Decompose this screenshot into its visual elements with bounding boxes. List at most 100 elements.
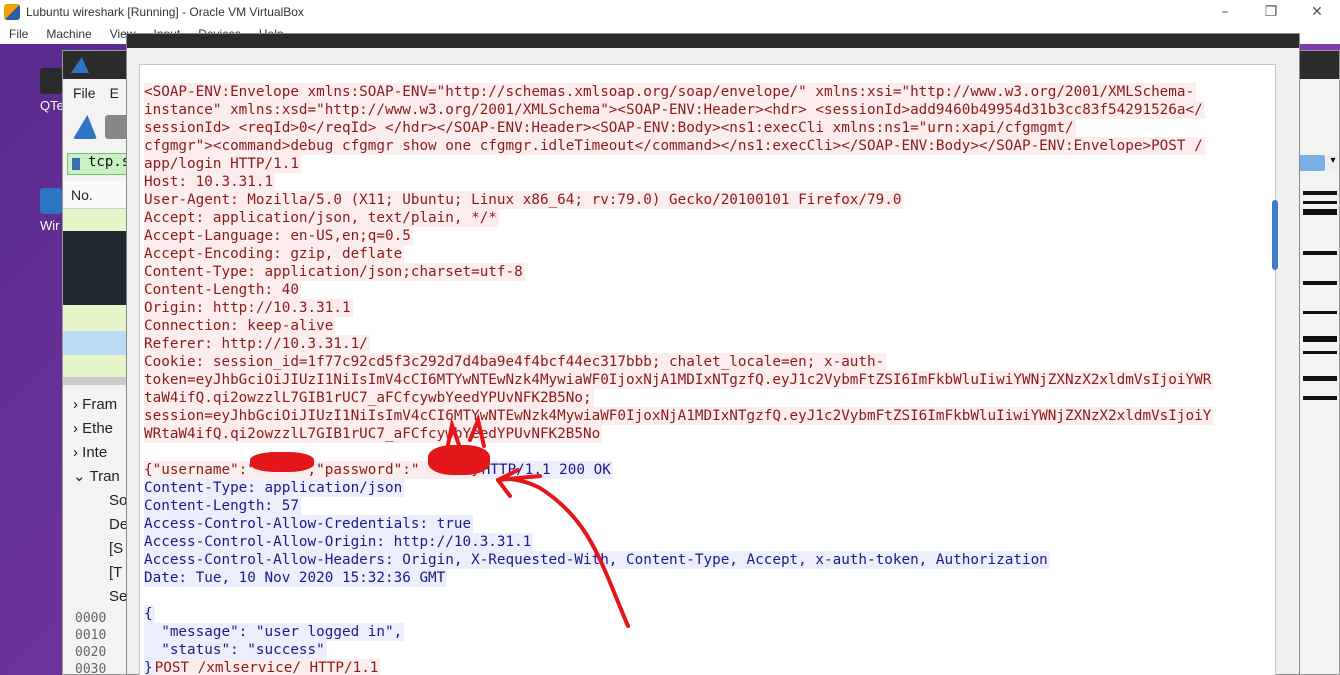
tree-item-tcp-segment-len[interactable]: [T [63, 561, 133, 585]
dialog-titlebar [127, 34, 1299, 48]
client-text: Referer: http://10.3.31.1/ [144, 335, 370, 353]
client-text: app/login HTTP/1.1 [144, 155, 301, 173]
tree-item-frame[interactable]: › Fram [63, 393, 133, 417]
client-text: Accept-Language: en-US,en;q=0.5 [144, 227, 413, 245]
client-text: POST /xmlservice/ HTTP/1.1 [154, 659, 381, 675]
stream-line: Access-Control-Allow-Credentials: true [144, 515, 1275, 533]
tree-item-stream-index[interactable]: [S [63, 537, 133, 561]
expand-chevron-icon: › [73, 396, 78, 413]
stream-line: Accept: application/json, text/plain, */… [144, 209, 1275, 227]
server-text: Content-Type: application/json [144, 479, 405, 497]
tree-item-ethernet[interactable]: › Ethe [63, 417, 133, 441]
terminal-icon [40, 68, 62, 94]
minimize-icon[interactable]: – [1202, 4, 1248, 20]
stream-line: { [144, 605, 1275, 623]
stream-line: Content-Length: 57 [144, 497, 1275, 515]
restore-icon[interactable]: ❐ [1248, 4, 1294, 20]
host-window-title: Lubuntu wireshark [Running] - Oracle VM … [26, 5, 304, 19]
stream-line: instance" xmlns:xsd="http://www.w3.org/2… [144, 101, 1275, 119]
tree-item-internet[interactable]: › Inte [63, 441, 133, 465]
client-text: Host: 10.3.31.1 [144, 173, 276, 191]
tree-item-sequence[interactable]: Se [63, 585, 133, 609]
virtualbox-logo-icon [4, 4, 20, 20]
stream-line: WRtaW4ifQ.qi2owzzlL7GIB1rUC7_aFCfcywbYee… [144, 425, 1275, 443]
stream-line: token=eyJhbGciOiJIUzI1NiIsImV4cCI6MTYwNT… [144, 371, 1275, 389]
client-text: session=eyJhbGciOiJIUzI1NiIsImV4cCI6MTYw… [144, 407, 1214, 425]
stream-line [144, 587, 1275, 605]
client-text: sessionId> <reqId>0</reqId> </hdr></SOAP… [144, 119, 1076, 137]
client-text: <SOAP-ENV:Envelope xmlns:SOAP-ENV="http:… [144, 83, 1197, 101]
password-redaction-scribble [428, 445, 490, 475]
packet-row[interactable] [63, 355, 133, 377]
server-text: Access-Control-Allow-Headers: Origin, X-… [144, 551, 1050, 569]
client-text: User-Agent: Mozilla/5.0 (X11; Ubuntu; Li… [144, 191, 904, 209]
ws-menu-file[interactable]: File [73, 85, 96, 101]
stream-text: <SOAP-ENV:Envelope xmlns:SOAP-ENV="http:… [144, 83, 1275, 675]
stream-line: Content-Type: application/json;charset=u… [144, 263, 1275, 281]
server-text: { [144, 605, 155, 623]
hex-dump-pane: 0000 0010 0020 0030 [63, 611, 133, 675]
filter-expression-button[interactable] [1299, 155, 1325, 171]
close-icon[interactable]: ✕ [1294, 4, 1340, 20]
client-text: Cookie: session_id=1f77c92cd5f3c292d7d4b… [144, 353, 887, 371]
client-text: Content-Type: application/json;charset=u… [144, 263, 525, 281]
expand-chevron-icon: › [73, 444, 78, 461]
stream-line: Accept-Language: en-US,en;q=0.5 [144, 227, 1275, 245]
server-text: Access-Control-Allow-Credentials: true [144, 515, 474, 533]
stream-line: "status": "success" [144, 641, 1275, 659]
packet-row[interactable] [63, 231, 133, 305]
server-text: HTTP/1.1 200 OK [481, 461, 613, 479]
client-text: Accept-Encoding: gzip, deflate [144, 245, 405, 263]
packet-row-selected[interactable] [63, 331, 133, 355]
stream-line: cfgmgr"><command>debug cfgmgr show one c… [144, 137, 1275, 155]
stream-line: Connection: keep-alive [144, 317, 1275, 335]
server-text: Date: Tue, 10 Nov 2020 15:32:36 GMT [144, 569, 448, 587]
dropdown-arrow-icon[interactable]: ▾ [1327, 155, 1339, 171]
packet-list-scrollbar[interactable] [63, 377, 133, 385]
stream-line: Accept-Encoding: gzip, deflate [144, 245, 1275, 263]
client-text: token=eyJhbGciOiJIUzI1NiIsImV4cCI6MTYwNT… [144, 371, 1214, 389]
stream-line: "message": "user logged in", [144, 623, 1275, 641]
stream-line: Host: 10.3.31.1 [144, 173, 1275, 191]
packet-details-tree: › Fram › Ethe › Inte ⌄ Tran So De [S [T … [63, 393, 133, 609]
tree-item-transmission[interactable]: ⌄ Tran [63, 465, 133, 489]
hex-offset: 0020 [75, 645, 107, 660]
bookmark-icon[interactable] [72, 158, 80, 170]
start-capture-icon[interactable] [73, 115, 97, 139]
client-text: Origin: http://10.3.31.1 [144, 299, 353, 317]
server-text: Access-Control-Allow-Origin: http://10.3… [144, 533, 534, 551]
client-text: instance" xmlns:xsd="http://www.w3.org/2… [144, 101, 1205, 119]
stream-line: Cookie: session_id=1f77c92cd5f3c292d7d4b… [144, 353, 1275, 371]
stream-line: Date: Tue, 10 Nov 2020 15:32:36 GMT [144, 569, 1275, 587]
expand-chevron-icon: › [73, 420, 78, 437]
tree-item-source-port[interactable]: So [63, 489, 133, 513]
stream-line: <SOAP-ENV:Envelope xmlns:SOAP-ENV="http:… [144, 83, 1275, 101]
collapse-chevron-icon: ⌄ [73, 468, 86, 485]
packet-row[interactable] [63, 209, 133, 231]
menu-file[interactable]: File [0, 24, 37, 44]
column-header-no[interactable]: No. [63, 181, 133, 209]
client-text: cfgmgr"><command>debug cfgmgr show one c… [144, 137, 1205, 155]
wireshark-menubar: File E [73, 85, 119, 101]
stream-line: session=eyJhbGciOiJIUzI1NiIsImV4cCI6MTYw… [144, 407, 1275, 425]
stream-line: Content-Length: 40 [144, 281, 1275, 299]
hex-offset: 0010 [75, 628, 107, 643]
stream-line: app/login HTTP/1.1 [144, 155, 1275, 173]
tree-item-destination-port[interactable]: De [63, 513, 133, 537]
client-text: Accept: application/json, text/plain, */… [144, 209, 499, 227]
stream-line: User-Agent: Mozilla/5.0 (X11; Ubuntu; Li… [144, 191, 1275, 209]
desktop-icon-label: QTe [40, 98, 64, 113]
server-text: Content-Length: 57 [144, 497, 301, 515]
client-text: WRtaW4ifQ.qi2owzzlL7GIB1rUC7_aFCfcywbYee… [144, 425, 603, 443]
packet-row[interactable] [63, 305, 133, 331]
desktop-icon-label: Wir [40, 218, 60, 233]
packet-list-minimap[interactable]: ▾ [1299, 151, 1340, 531]
stream-line: Access-Control-Allow-Origin: http://10.3… [144, 533, 1275, 551]
menu-machine[interactable]: Machine [37, 24, 100, 44]
stream-content-pane[interactable]: <SOAP-ENV:Envelope xmlns:SOAP-ENV="http:… [139, 64, 1276, 675]
stream-line: } POST /xmlservice/ HTTP/1.1 [144, 659, 1275, 675]
ws-menu-edit[interactable]: E [110, 85, 119, 101]
follow-tcp-stream-dialog: <SOAP-ENV:Envelope xmlns:SOAP-ENV="http:… [126, 33, 1300, 675]
stream-line: Origin: http://10.3.31.1 [144, 299, 1275, 317]
stream-scrollbar-thumb[interactable] [1272, 200, 1278, 270]
